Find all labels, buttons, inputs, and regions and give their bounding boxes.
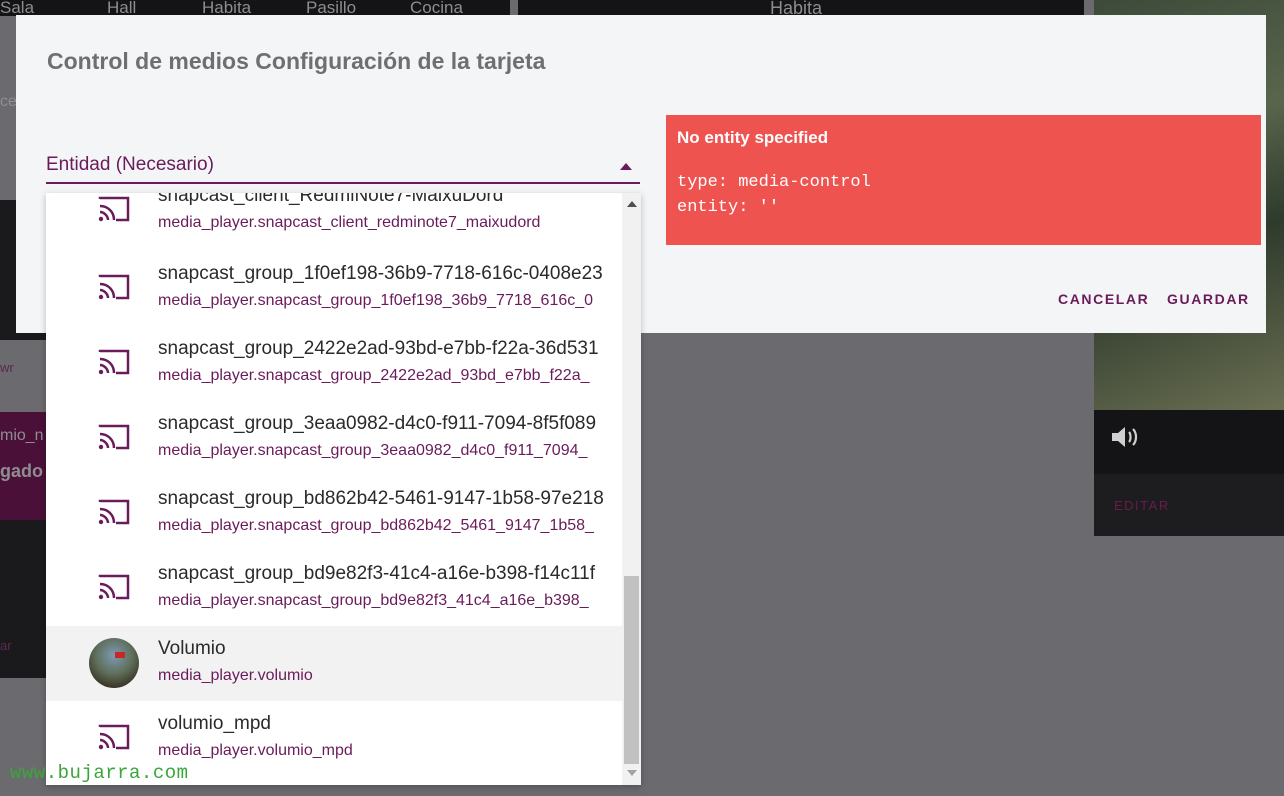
list-item[interactable]: Volumio media_player.volumio xyxy=(46,626,622,701)
list-item[interactable]: snapcast_group_bd9e82f3-41c4-a16e-b398-f… xyxy=(46,551,622,626)
list-item-entity-id: media_player.snapcast_group_2422e2ad_93b… xyxy=(158,367,590,384)
entity-dropdown-list[interactable]: snapcast_client_RedmiNote7-MaixuDordmedi… xyxy=(46,193,641,785)
background-media-controls xyxy=(1094,410,1284,474)
list-item[interactable]: snapcast_client_RedmiNote7-MaixuDordmedi… xyxy=(46,193,622,248)
list-item-entity-id: media_player.snapcast_group_1f0ef198_36b… xyxy=(158,292,594,309)
background-card-header: Habita xyxy=(518,0,1084,18)
caret-up-icon[interactable] xyxy=(620,163,632,170)
bg-edit-label: EDITAR xyxy=(1114,498,1170,513)
cast-icon xyxy=(98,348,130,376)
entity-select-label: Entidad (Necesario) xyxy=(46,154,214,175)
list-item[interactable]: snapcast_group_bd862b42-5461-9147-1b58-9… xyxy=(46,476,622,551)
error-title: No entity specified xyxy=(677,128,829,147)
list-item-entity-id: media_player.volumio xyxy=(158,667,313,684)
cast-icon xyxy=(98,423,130,451)
list-item-entity-id: media_player.snapcast_group_3eaa0982_d4c… xyxy=(158,442,588,459)
error-preview: No entity specified type: media-control … xyxy=(666,115,1261,245)
list-item-entity-id: media_player.snapcast_group_bd9e82f3_41c… xyxy=(158,592,589,609)
list-item-entity-id: media_player.volumio_mpd xyxy=(158,742,353,759)
error-yaml: type: media-control entity: '' xyxy=(677,173,871,217)
scroll-up-arrow-icon[interactable] xyxy=(627,201,637,207)
list-item[interactable]: snapcast_group_1f0ef198-36b9-7718-616c-0… xyxy=(46,251,622,326)
list-item-name: snapcast_group_1f0ef198-36b9-7718-616c-0… xyxy=(158,263,603,284)
list-item-name: volumio_mpd xyxy=(158,713,271,734)
save-button[interactable]: GUARDAR xyxy=(1167,291,1250,307)
entity-select[interactable]: Entidad (Necesario) xyxy=(46,149,640,184)
cast-icon xyxy=(98,573,130,601)
cast-icon xyxy=(98,723,130,751)
list-item-name: Volumio xyxy=(158,638,226,659)
scroll-down-arrow-icon[interactable] xyxy=(627,770,637,776)
bg-fragment: gado xyxy=(0,461,43,481)
volume-icon xyxy=(1112,427,1138,447)
list-item[interactable]: snapcast_group_2422e2ad-93bd-e7bb-f22a-3… xyxy=(46,326,622,401)
cast-icon xyxy=(98,498,130,526)
background-edit-bar: EDITAR xyxy=(1094,474,1284,536)
list-item[interactable]: snapcast_group_3eaa0982-d4c0-f911-7094-8… xyxy=(46,401,622,476)
list-item-name: snapcast_group_bd9e82f3-41c4-a16e-b398-f… xyxy=(158,563,595,584)
list-item-entity-id: media_player.snapcast_group_bd862b42_546… xyxy=(158,517,594,534)
watermark: www.bujarra.com xyxy=(10,762,189,784)
dialog-title: Control de medios Configuración de la ta… xyxy=(47,48,546,74)
bg-fragment: ar xyxy=(0,638,12,653)
list-item-name: snapcast_group_3eaa0982-d4c0-f911-7094-8… xyxy=(158,413,597,434)
cast-icon xyxy=(98,195,130,223)
background-left-panel-lower xyxy=(0,520,46,678)
list-item-name: snapcast_group_2422e2ad-93bd-e7bb-f22a-3… xyxy=(158,338,599,359)
scrollbar[interactable] xyxy=(622,193,641,785)
list-item-name: snapcast_group_bd862b42-5461-9147-1b58-9… xyxy=(158,488,604,509)
background-tab-bar: Sala Hall Habita Pasillo Cocina xyxy=(0,0,510,17)
scroll-thumb[interactable] xyxy=(624,576,639,764)
bg-fragment: wr xyxy=(0,360,14,375)
album-art-avatar xyxy=(89,638,139,688)
bg-fragment: mio_n xyxy=(0,427,44,444)
cast-icon xyxy=(98,273,130,301)
cancel-button[interactable]: CANCELAR xyxy=(1058,291,1149,307)
list-item-entity-id: media_player.snapcast_client_redminote7_… xyxy=(158,214,541,231)
list-item-name: snapcast_client_RedmiNote7-MaixuDord xyxy=(158,193,504,206)
bg-fragment: ce xyxy=(0,93,17,110)
